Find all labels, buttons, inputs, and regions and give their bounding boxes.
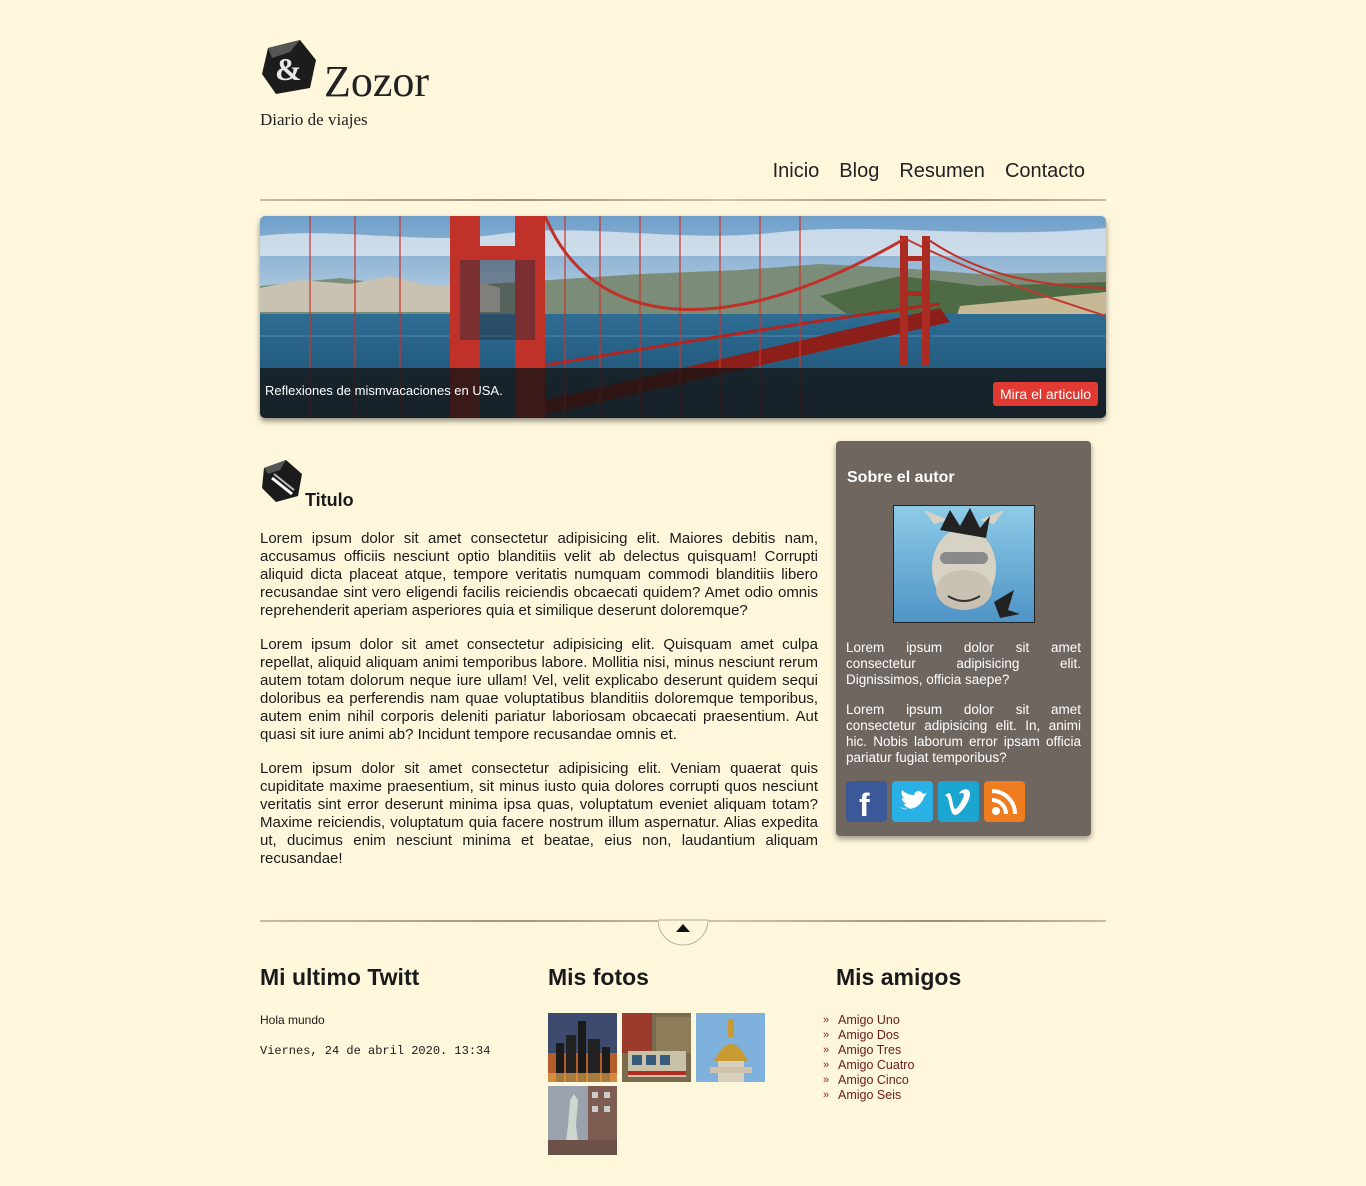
nav-inicio[interactable]: Inicio (773, 160, 820, 183)
article-paragraph: Lorem ipsum dolor sit amet consectetur a… (260, 636, 818, 743)
banner-caption: Reflexiones de mismvacaciones en USA. (265, 383, 503, 398)
vimeo-icon[interactable] (938, 781, 979, 822)
friend-link[interactable]: Amigo Dos (823, 1028, 914, 1043)
tweet-text: Hola mundo (260, 1013, 325, 1027)
article: Titulo Lorem ipsum dolor sit amet consec… (260, 458, 818, 868)
sidebar-paragraph: Lorem ipsum dolor sit amet consectetur a… (846, 702, 1081, 765)
nav-contacto[interactable]: Contacto (1005, 160, 1085, 183)
friend-link[interactable]: Amigo Tres (823, 1043, 914, 1058)
photo-thumbnail[interactable] (696, 1013, 765, 1082)
scroll-top-button[interactable] (657, 908, 709, 946)
friends-title: Mis amigos (836, 964, 962, 990)
article-pencil-icon (260, 458, 304, 509)
twitter-title: Mi ultimo Twitt (260, 964, 420, 990)
article-header: Titulo (260, 458, 818, 518)
friend-link[interactable]: Amigo Uno (823, 1013, 914, 1028)
sidebar-paragraph: Lorem ipsum dolor sit amet consectetur a… (846, 640, 1081, 687)
facebook-icon[interactable]: f (846, 781, 887, 823)
friend-link[interactable]: Amigo Cinco (823, 1073, 914, 1088)
photo-thumbnail[interactable] (548, 1013, 617, 1082)
author-sidebar: Sobre el autor Lorem ipsum dolor sit ame… (836, 441, 1091, 836)
photo-thumbnail[interactable] (548, 1086, 617, 1155)
sidebar-title: Sobre el autor (847, 469, 955, 486)
friend-link[interactable]: Amigo Seis (823, 1088, 914, 1103)
nav-blog[interactable]: Blog (839, 160, 879, 183)
svg-text:&: & (275, 51, 302, 87)
site-tagline: Diario de viajes (260, 110, 368, 129)
tweet-date: Viernes, 24 de abril 2020. 13:34 (260, 1044, 491, 1058)
nav-resumen[interactable]: Resumen (899, 160, 985, 183)
site-brand[interactable]: Zozor (324, 56, 429, 107)
social-links: f (846, 781, 1025, 823)
author-avatar (893, 505, 1035, 623)
main-nav: Inicio Blog Resumen Contacto (773, 160, 1085, 183)
zozor-logo-icon[interactable]: & (260, 38, 318, 96)
friend-link[interactable]: Amigo Cuatro (823, 1058, 914, 1073)
photo-thumbnail[interactable] (622, 1013, 691, 1082)
article-paragraph: Lorem ipsum dolor sit amet consectetur a… (260, 530, 818, 619)
article-title: Titulo (305, 490, 354, 510)
banner-caption-bar: Reflexiones de mismvacaciones en USA. Mi… (260, 368, 1106, 418)
friends-list: Amigo Uno Amigo Dos Amigo Tres Amigo Cua… (823, 1013, 914, 1103)
twitter-icon[interactable] (892, 781, 933, 822)
article-paragraph: Lorem ipsum dolor sit amet consectetur a… (260, 760, 818, 867)
read-article-button[interactable]: Mira el articulo (992, 382, 1098, 406)
hero-banner: Reflexiones de mismvacaciones en USA. Mi… (260, 216, 1106, 418)
header-divider (260, 199, 1106, 201)
svg-text:f: f (859, 787, 870, 822)
rss-icon[interactable] (984, 781, 1025, 822)
photos-title: Mis fotos (548, 964, 649, 990)
